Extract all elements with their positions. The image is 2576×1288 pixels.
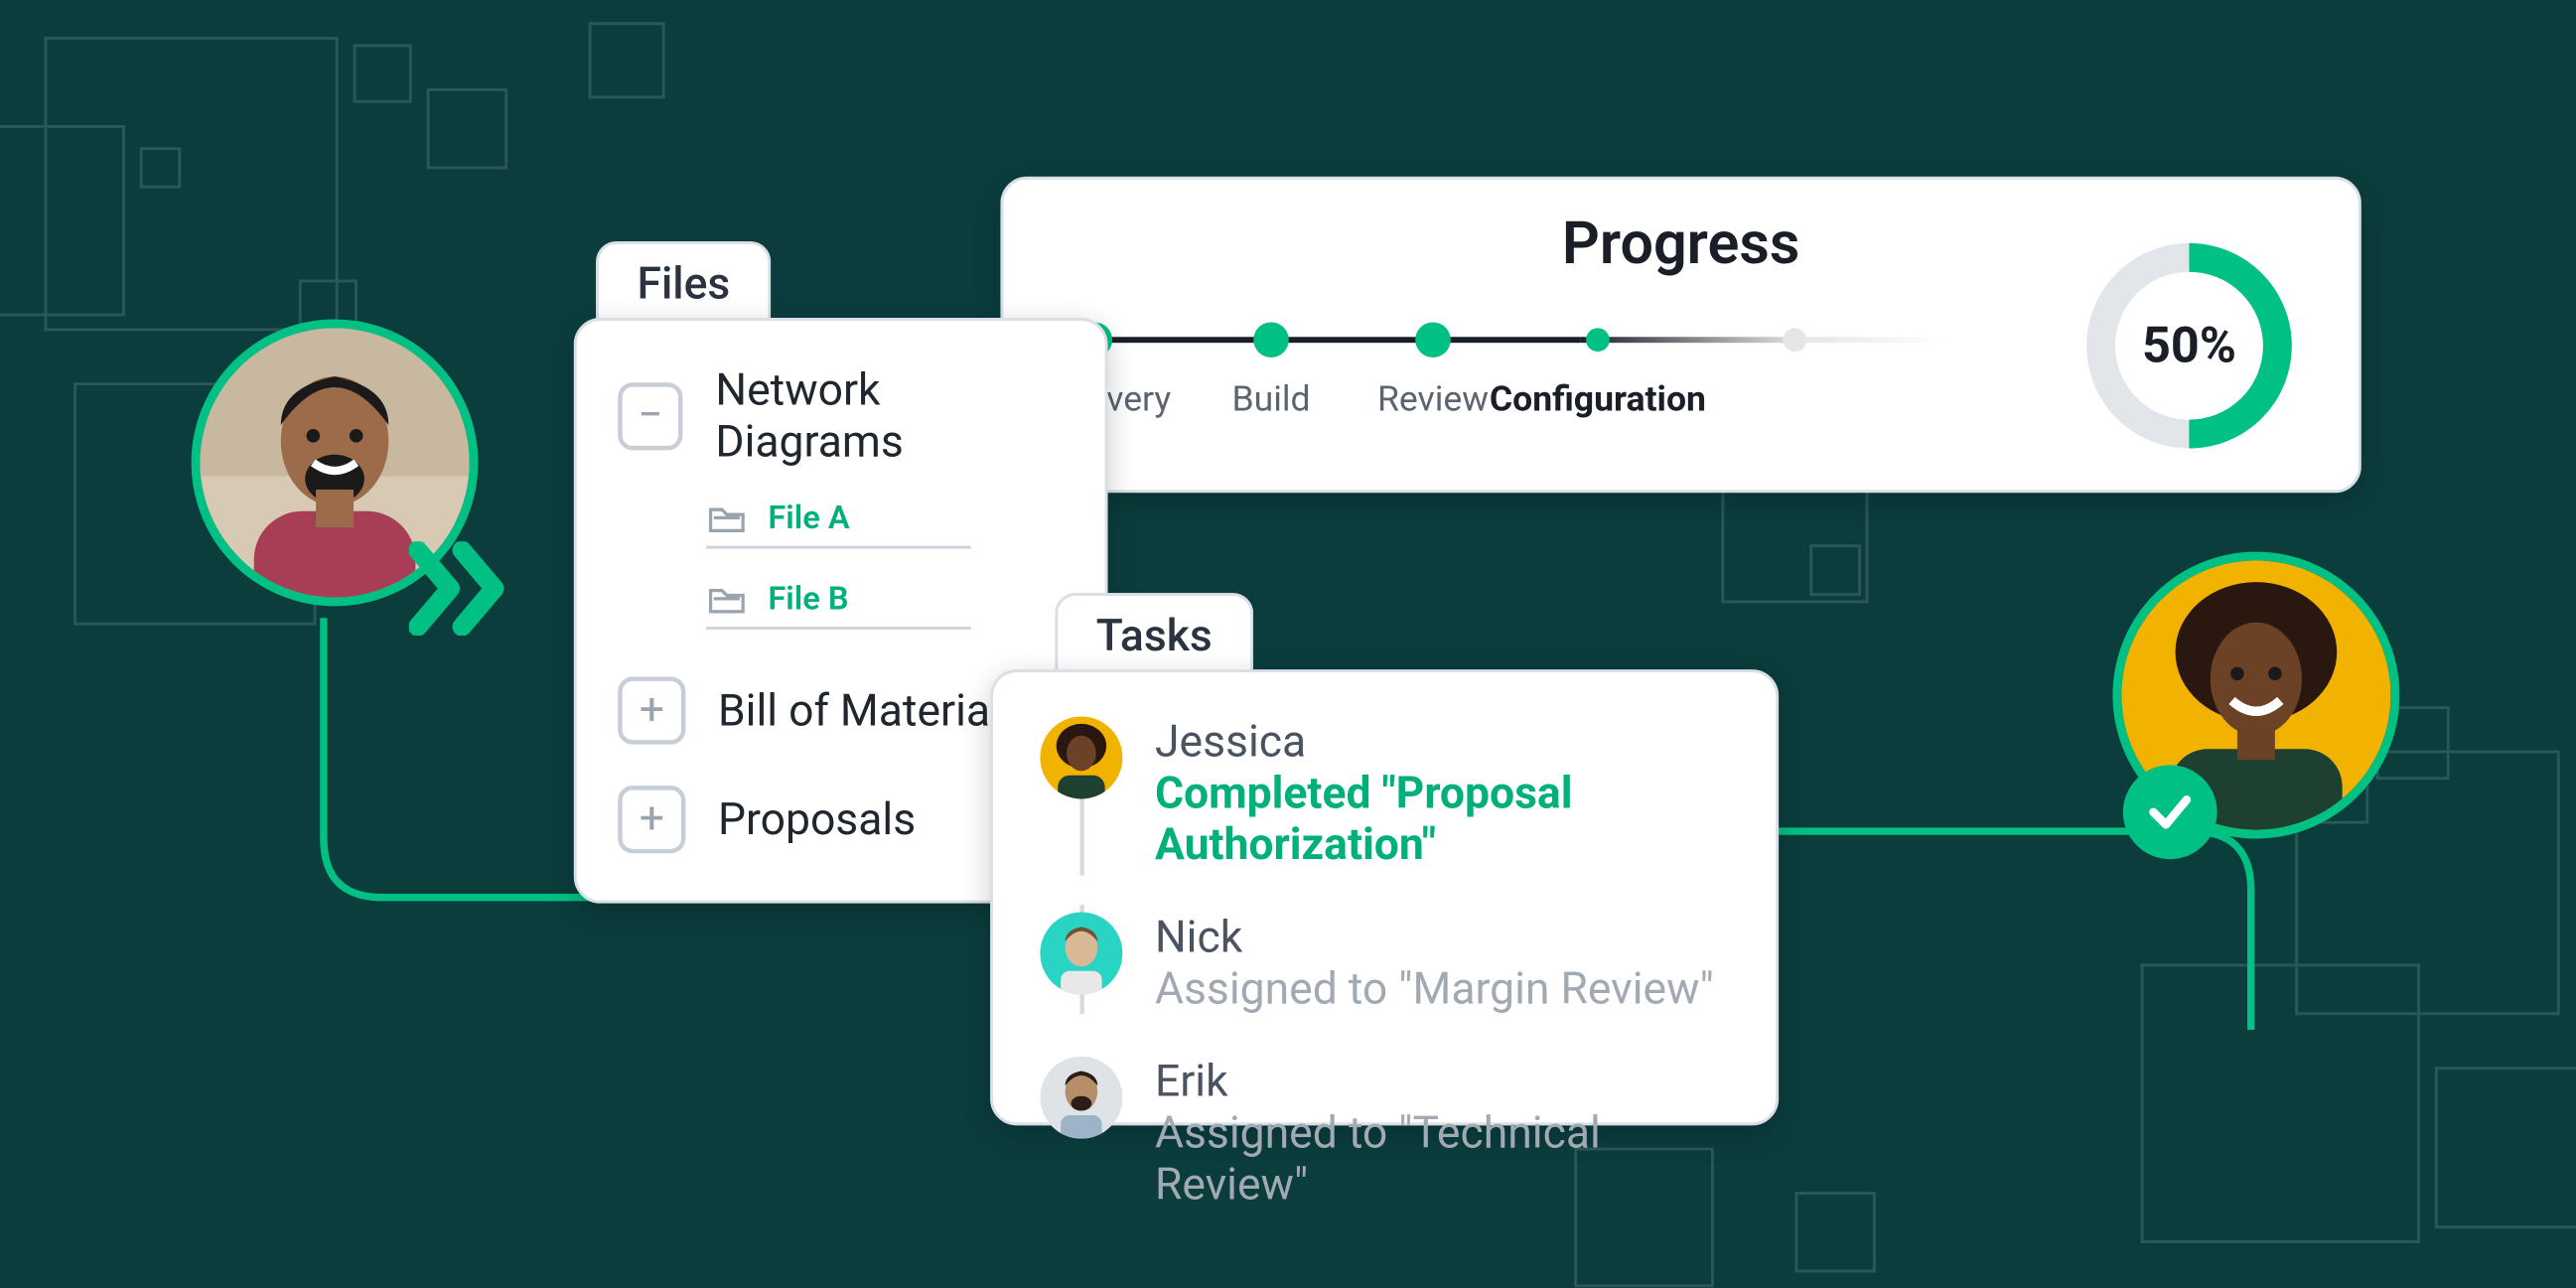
task-status: Completed "Proposal Authorization": [1155, 768, 1729, 871]
folder-icon: [706, 583, 747, 616]
step-dot: [1586, 328, 1610, 352]
check-badge-icon: [2123, 765, 2218, 859]
task-avatar: [1040, 716, 1122, 798]
progress-donut: 50%: [2078, 235, 2299, 456]
step-label: Build: [1231, 378, 1310, 419]
file-label: File B: [768, 581, 848, 618]
task-status: Assigned to "Margin Review": [1155, 963, 1714, 1015]
task-name: Erik: [1155, 1057, 1729, 1108]
step-dot: [1415, 322, 1451, 358]
step-label: Review: [1377, 378, 1489, 419]
progress-percent: 50%: [2078, 235, 2299, 456]
file-item[interactable]: File B: [706, 569, 971, 630]
progress-card: Progress Discovery Build Review Configur…: [1000, 177, 2361, 494]
file-item[interactable]: File A: [706, 489, 971, 549]
task-row: Erik Assigned to "Technical Review": [993, 1036, 1776, 1231]
chevrons-icon: [409, 541, 512, 642]
folder-icon: [706, 502, 747, 535]
task-avatar: [1040, 1057, 1122, 1139]
step-dot: [1253, 322, 1289, 358]
task-name: Nick: [1155, 913, 1714, 964]
task-name: Jessica: [1155, 716, 1729, 768]
expand-icon[interactable]: +: [618, 786, 685, 853]
step-dot: [1784, 328, 1807, 352]
tree-item[interactable]: − Network Diagrams: [577, 345, 1105, 489]
tree-item-label: Proposals: [718, 793, 916, 845]
tree-item-label: Bill of Materials: [718, 685, 1024, 737]
task-row: Jessica Completed "Proposal Authorizatio…: [993, 696, 1776, 892]
task-avatar: [1040, 913, 1122, 995]
tree-item-label: Network Diagrams: [715, 364, 1064, 468]
collapse-icon[interactable]: −: [618, 382, 683, 450]
step-label: Configuration: [1490, 378, 1706, 419]
task-row: Nick Assigned to "Margin Review": [993, 892, 1776, 1036]
tasks-card: Jessica Completed "Proposal Authorizatio…: [990, 669, 1779, 1125]
task-status: Assigned to "Technical Review": [1155, 1108, 1729, 1212]
file-label: File A: [768, 501, 849, 537]
expand-icon[interactable]: +: [618, 676, 685, 744]
